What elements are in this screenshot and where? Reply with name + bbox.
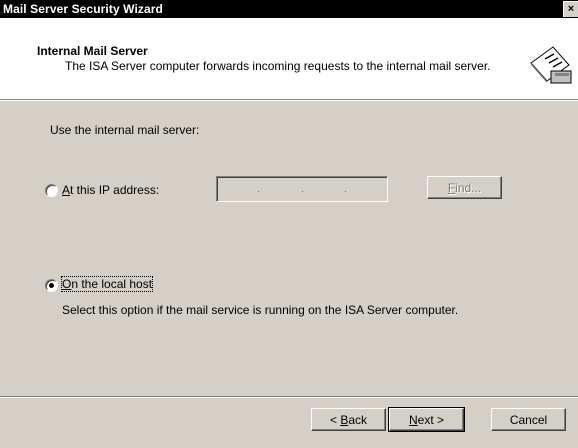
close-icon[interactable]: × — [563, 1, 578, 17]
prompt-label: Use the internal mail server: — [50, 123, 200, 137]
wizard-header: Internal Mail Server The ISA Server comp… — [0, 18, 578, 99]
ip-address-radio[interactable] — [45, 184, 58, 197]
back-button[interactable]: < Back — [311, 408, 386, 431]
local-host-description: Select this option if the mail service i… — [62, 303, 459, 317]
local-host-radio[interactable] — [45, 279, 58, 292]
ip-address-label[interactable]: At this IP address: — [62, 183, 159, 197]
page-subtitle: The ISA Server computer forwards incomin… — [65, 59, 491, 73]
find-button[interactable]: Find... — [427, 176, 502, 199]
footer-divider-highlight — [0, 397, 578, 398]
window-title: Mail Server Security Wizard — [3, 2, 163, 16]
next-button[interactable]: Next > — [388, 407, 465, 432]
page-title: Internal Mail Server — [37, 44, 148, 58]
wizard-body: Use the internal mail server: At this IP… — [0, 101, 578, 448]
local-host-label[interactable]: On the local host — [60, 276, 154, 292]
title-bar: Mail Server Security Wizard × — [0, 0, 578, 18]
envelope-icon — [530, 46, 572, 84]
ip-address-field[interactable]: . . . — [216, 176, 388, 202]
cancel-button[interactable]: Cancel — [491, 408, 566, 431]
